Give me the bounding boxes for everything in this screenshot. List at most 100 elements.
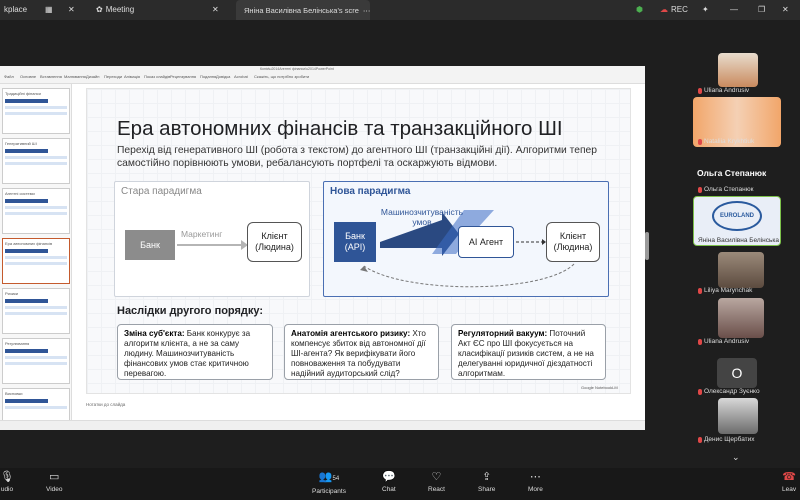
ribbon-tab[interactable]: Анімація [124,74,140,79]
new-paradigm-panel: Нова парадигма Машинозчитуваність умов Б… [323,181,609,297]
restore-icon[interactable]: ❐ [758,5,765,14]
ribbon-tab[interactable]: Рецензування [170,74,196,79]
readability-label: Машинозчитуваність умов [380,207,464,227]
app-title: kplace [4,5,27,14]
meeting-tab[interactable]: ✿ Meeting [96,5,134,14]
ribbon-tab[interactable]: Довідка [216,74,230,79]
slide-thumb[interactable]: Ризики [2,288,70,334]
close-window-icon[interactable]: ✕ [782,5,789,14]
slide-thumb-selected[interactable]: Ера автономних фінансів [2,238,70,284]
thumb-title: Генеративний ШІ [5,141,37,146]
audio-button[interactable]: 🎙 udio [0,471,14,494]
slide-thumb[interactable]: Регулювання [2,338,70,384]
paw-icon: ✿ [96,5,103,14]
participant-name-text: Uliana Andrusiv [704,87,750,94]
people-icon: 👥54 [318,471,340,483]
chevron-down-icon[interactable]: ⌄ [732,452,740,463]
mic-off-icon [698,138,702,145]
mic-off-icon [698,388,702,395]
ribbon-tab[interactable]: Acrobat [234,74,248,79]
camera-icon: ▭ [49,471,60,483]
close-icon[interactable]: ✕ [68,5,75,14]
share-button[interactable]: ⇪ Share [478,472,496,494]
meeting-label: Meeting [105,5,135,14]
new-client-box: Клієнт (Людина) [546,222,600,262]
card-heading: Анатомія агентського ризику: [291,329,411,338]
old-paradigm-panel: Стара парадигма Банк Маркетинг Клієнт (Л… [114,181,310,297]
ribbon-tab[interactable]: Дизайн [86,74,99,79]
chat-icon: 💬 [382,471,396,483]
old-bank-box: Банк [125,230,175,260]
app-title-text: kplace [4,5,28,14]
ribbon-tab[interactable]: Переходи [104,74,122,79]
slide-thumb[interactable]: Агентні системи [2,188,70,234]
record-status[interactable]: ☁ REC [660,5,688,14]
close-tab-icon[interactable]: ✕ [212,5,219,14]
participant-name: Яніна Василівна Белінська [698,237,779,244]
ai-agent-box: AI Агент [458,226,514,258]
participant-video[interactable] [718,53,758,87]
screen-share-tab[interactable]: Яніна Василівна Белінська's scre ⋯ [236,0,370,20]
participants-label: Participants [312,488,346,495]
participant-video[interactable] [718,298,764,338]
ribbon-tab[interactable]: Вставлення [40,74,62,79]
old-paradigm-header: Стара парадигма [121,186,202,197]
react-button[interactable]: ♡ React [428,471,445,494]
ribbon-tab[interactable]: Малювання [64,74,86,79]
ribbon-search[interactable]: Скажіть, що потрібно зробити [254,74,309,79]
cloud-icon: ☁ [660,5,668,14]
thumb-title: Агентні системи [5,191,35,196]
participant-name: Liliya Marynchak [698,287,752,294]
more-icon: ⋯ [529,471,541,483]
pin-icon[interactable]: ✦ [702,5,709,14]
slide-thumb[interactable]: Традиційні фінанси [2,88,70,134]
shield-icon: ⬢ [636,5,643,14]
more-dots-icon[interactable]: ⋯ [363,6,370,15]
ribbon-tab[interactable]: Файл [4,74,14,79]
thumb-title: Ера автономних фінансів [5,241,53,246]
consequence-card: Регуляторний вакуум: Поточний Акт ЄС про… [451,324,606,380]
slide-thumb[interactable]: Генеративний ШІ [2,138,70,184]
participants-button[interactable]: 👥54 Participants [312,471,346,496]
stage-scrollbar[interactable] [645,232,649,260]
consequence-card: Зміна суб'єкта: Банк конкурує за алгорит… [117,324,273,380]
brand-label: Google NotebookLM [581,385,618,390]
mic-off-icon [698,338,702,345]
ppt-ribbon: Копія\u2014Агентні фінанси\u2014PowerPoi… [0,66,645,84]
grid-icon[interactable]: ▦ [45,5,53,14]
slide-thumb[interactable]: Висновки [2,388,70,424]
ribbon-tab[interactable]: Подання [200,74,216,79]
participant-video[interactable] [718,398,758,434]
leave-label: Leav [782,486,797,493]
marketing-arrow [177,244,245,246]
leave-icon: ☎ [782,471,796,483]
leave-button[interactable]: ☎ Leav [782,471,797,494]
feedback-head [360,266,368,272]
chat-button[interactable]: 💬 Chat [382,471,396,494]
participant-video[interactable] [718,252,764,288]
thumb-title: Традиційні фінанси [5,91,41,96]
more-button[interactable]: ⋯ More [528,471,543,494]
share-tab-label: Яніна Василівна Белінська's scre [244,5,359,15]
ribbon-tab[interactable]: Показ слайдів [144,74,170,79]
participant-name: Ольга Степанюк [698,186,753,193]
minimize-icon[interactable]: — [730,5,738,14]
heart-icon: ♡ [431,471,442,483]
mic-off-icon [698,436,702,443]
participant-avatar[interactable]: O [717,358,757,388]
participant-name-text: Nataliia Krykhtiuk [704,138,755,145]
participant-name: Nataliia Krykhtiuk [698,138,754,145]
rec-label: REC [671,5,688,14]
notes-placeholder[interactable]: Нотатки до слайда [86,402,125,407]
slide-subtitle: Перехід від генеративного ШІ (робота з т… [117,145,598,169]
mic-icon: 🎙 [0,471,14,483]
marketing-label: Маркетинг [181,229,223,239]
ribbon-tab[interactable]: Основне [20,74,36,79]
card-heading: Регуляторний вакуум: [458,329,548,338]
thumb-title: Ризики [5,291,18,296]
share-label: Share [478,486,496,493]
video-button[interactable]: ▭ Video [46,471,63,494]
mic-off-icon [698,287,702,294]
participant-name-text: Денис Щербатих [704,436,755,443]
participant-name-text: Яніна Василівна Белінська [698,237,779,244]
